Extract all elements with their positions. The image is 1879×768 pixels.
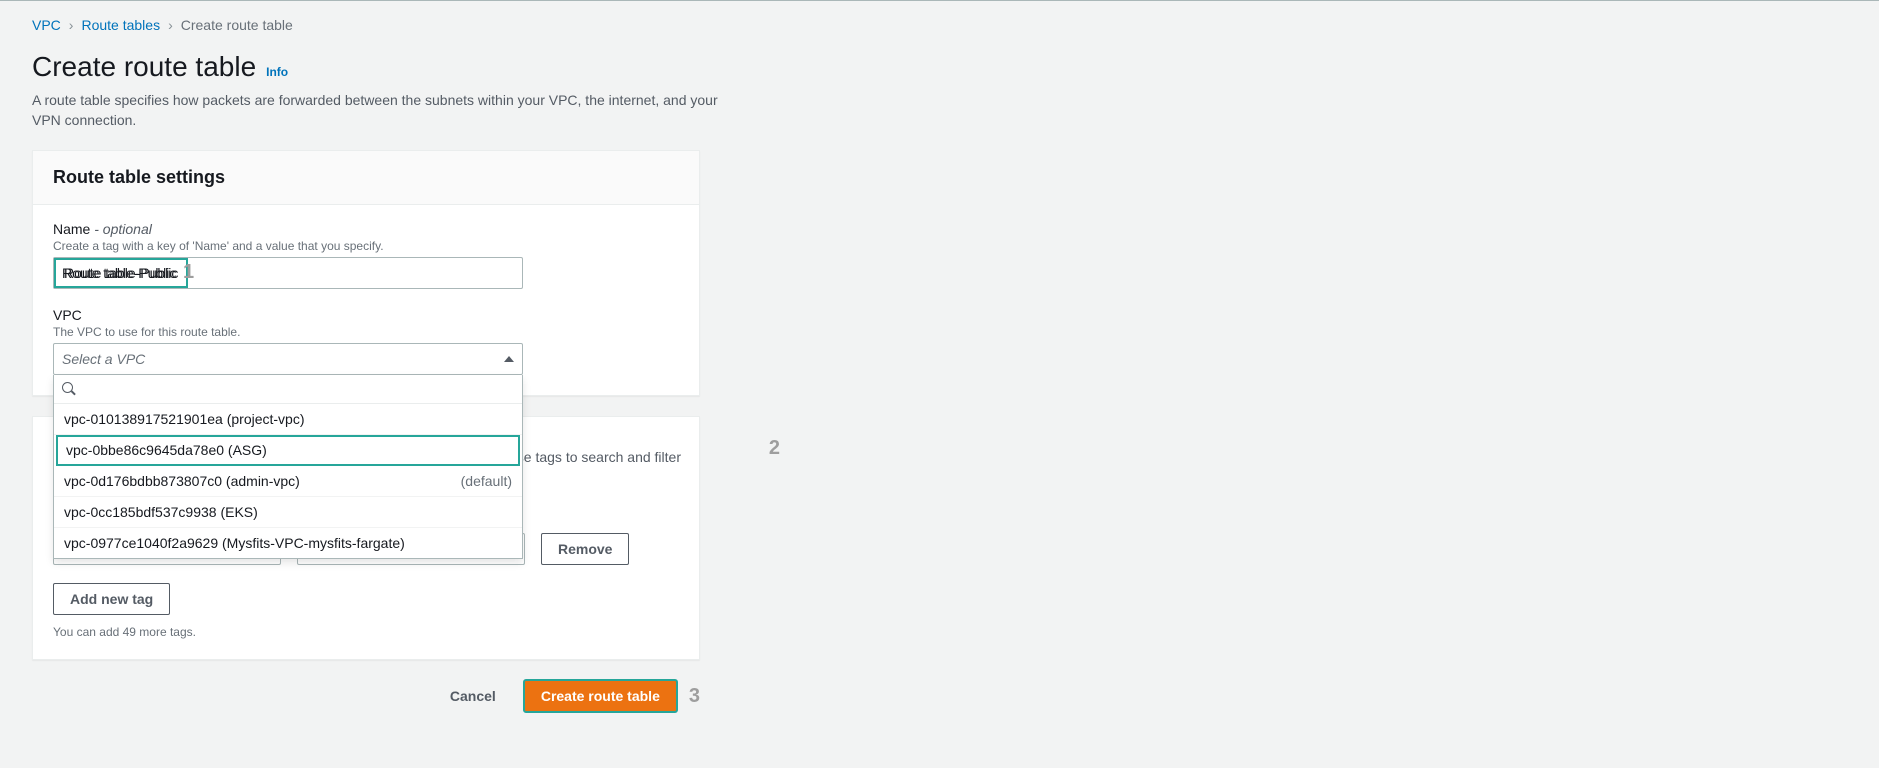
caret-up-icon (504, 356, 514, 362)
vpc-option-1[interactable]: vpc-0bbe86c9645da78e0 (ASG) 2 (56, 435, 520, 466)
breadcrumb-route-tables[interactable]: Route tables (81, 17, 160, 33)
breadcrumb: VPC › Route tables › Create route table (32, 17, 1847, 33)
vpc-select-placeholder: Select a VPC (62, 351, 145, 367)
settings-panel-header: Route table settings (33, 151, 699, 205)
vpc-option-label: vpc-0cc185bdf537c9938 (EKS) (64, 504, 258, 520)
settings-panel-title: Route table settings (53, 167, 679, 188)
page-content: VPC › Route tables › Create route table … (0, 1, 1879, 728)
vpc-option-label: vpc-0bbe86c9645da78e0 (ASG) (66, 442, 267, 458)
name-hint: Create a tag with a key of 'Name' and a … (53, 239, 679, 253)
name-input[interactable] (53, 257, 523, 289)
page-title-text: Create route table (32, 51, 256, 83)
vpc-hint: The VPC to use for this route table. (53, 325, 679, 339)
search-icon (62, 382, 76, 396)
footer-actions: Cancel Create route table 3 (32, 680, 700, 712)
vpc-dropdown-search (54, 375, 522, 404)
vpc-option-0[interactable]: vpc-010138917521901ea (project-vpc) (54, 404, 522, 435)
vpc-option-suffix: (default) (461, 473, 512, 489)
add-tag-button[interactable]: Add new tag (53, 583, 170, 615)
name-optional-text: - optional (90, 221, 151, 237)
vpc-label: VPC (53, 307, 679, 323)
vpc-select[interactable]: Select a VPC (53, 343, 523, 375)
breadcrumb-current: Create route table (181, 17, 293, 33)
cancel-button[interactable]: Cancel (434, 680, 512, 712)
page-title: Create route table Info (32, 51, 1847, 83)
callout-3: 3 (689, 685, 700, 708)
settings-panel: Route table settings Name - optional Cre… (32, 150, 700, 396)
chevron-right-icon: › (69, 17, 74, 33)
remove-tag-button[interactable]: Remove (541, 533, 629, 565)
vpc-dropdown-search-input[interactable] (76, 381, 514, 397)
vpc-option-3[interactable]: vpc-0cc185bdf537c9938 (EKS) (54, 497, 522, 528)
info-link[interactable]: Info (266, 65, 288, 79)
name-label-text: Name (53, 221, 90, 237)
vpc-option-label: vpc-0d176bdbb873807c0 (admin-vpc) (64, 473, 300, 489)
vpc-option-2[interactable]: vpc-0d176bdbb873807c0 (admin-vpc) (defau… (54, 466, 522, 497)
tags-limit-hint: You can add 49 more tags. (53, 625, 679, 639)
name-field: Name - optional Create a tag with a key … (53, 221, 679, 289)
vpc-option-4[interactable]: vpc-0977ce1040f2a9629 (Mysfits-VPC-mysfi… (54, 528, 522, 558)
vpc-option-label: vpc-0977ce1040f2a9629 (Mysfits-VPC-mysfi… (64, 535, 405, 551)
page-description: A route table specifies how packets are … (32, 91, 732, 130)
create-route-table-button[interactable]: Create route table (524, 680, 677, 712)
vpc-dropdown: vpc-010138917521901ea (project-vpc) vpc-… (53, 375, 523, 559)
callout-1: 1 (183, 261, 194, 284)
breadcrumb-vpc[interactable]: VPC (32, 17, 61, 33)
vpc-field: VPC The VPC to use for this route table.… (53, 307, 679, 375)
settings-panel-body: Name - optional Create a tag with a key … (33, 205, 699, 395)
name-label: Name - optional (53, 221, 679, 237)
callout-2: 2 (769, 437, 780, 460)
vpc-option-label: vpc-010138917521901ea (project-vpc) (64, 411, 305, 427)
chevron-right-icon: › (168, 17, 173, 33)
